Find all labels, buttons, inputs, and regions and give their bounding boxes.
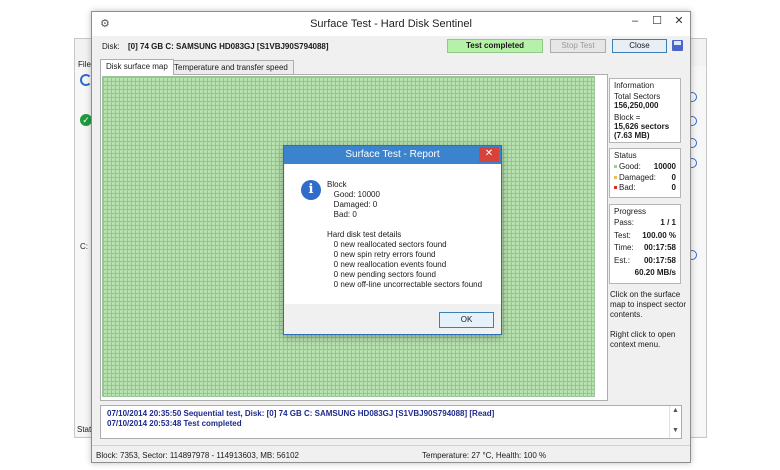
good-color-swatch	[614, 165, 617, 169]
total-sectors-value: 156,250,000	[614, 101, 659, 110]
est-label: Est.:	[614, 255, 631, 265]
status-bad-row: Bad: 0	[614, 183, 676, 194]
status-box: Status Good: 10000 Damaged: 0 Bad: 0	[609, 148, 681, 198]
log-scrollbar[interactable]: ▲ ▼	[669, 406, 681, 438]
time-label: Time:	[614, 243, 634, 252]
log-line: 07/10/2014 20:53:48 Test completed	[107, 419, 242, 428]
pass-value: 1 / 1	[660, 218, 676, 227]
title-bar[interactable]: ⚙ Surface Test - Hard Disk Sentinel – ☐ …	[92, 12, 690, 36]
stop-test-button[interactable]: Stop Test	[550, 39, 606, 53]
disk-label: Disk:	[102, 42, 120, 51]
damaged-value: 0	[671, 172, 676, 182]
block-label: Block =	[614, 113, 641, 122]
information-heading: Information	[614, 81, 655, 90]
progress-pass-row: Pass: 1 / 1	[614, 218, 676, 229]
maximize-button[interactable]: ☐	[646, 14, 668, 30]
close-window-button[interactable]: ✕	[668, 14, 690, 30]
close-button[interactable]: Close	[612, 39, 667, 53]
minimize-button[interactable]: –	[624, 14, 646, 30]
disk-value: [0] 74 GB C: SAMSUNG HD083GJ [S1VBJ90S79…	[128, 42, 329, 51]
status-heading: Status	[614, 151, 637, 160]
progress-test-row: Test: 100.00 %	[614, 231, 676, 242]
test-label: Test:	[614, 230, 631, 240]
left-click-hint: Click on the surface map to inspect sect…	[610, 290, 687, 319]
status-damaged-row: Damaged: 0	[614, 173, 676, 184]
progress-time-row: Time: 00:17:58	[614, 243, 676, 254]
damaged-color-swatch	[614, 175, 617, 179]
information-box: Information Total Sectors 156,250,000 Bl…	[609, 78, 681, 143]
good-value: 10000	[653, 162, 676, 171]
progress-speed-row: 60.20 MB/s	[614, 268, 676, 279]
dialog-close-button[interactable]: ✕	[479, 147, 499, 162]
tab-temperature-transfer-speed[interactable]: Temperature and transfer speed	[168, 60, 294, 75]
tab-disk-surface-map[interactable]: Disk surface map	[100, 59, 174, 75]
good-label: Good:	[619, 162, 641, 171]
bad-value: 0	[671, 183, 676, 192]
right-click-hint: Right click to open context menu.	[610, 330, 676, 349]
info-icon: i	[301, 180, 321, 200]
total-sectors-label: Total Sectors	[614, 92, 661, 101]
background-drive-label: C:	[80, 242, 88, 251]
disk-toolbar: Disk: [0] 74 GB C: SAMSUNG HD083GJ [S1VB…	[92, 36, 690, 56]
window-title: Surface Test - Hard Disk Sentinel	[310, 18, 472, 30]
test-status-badge: Test completed	[447, 39, 543, 53]
dialog-message: Block Good: 10000 Damaged: 0 Bad: 0 Hard…	[327, 180, 483, 289]
progress-heading: Progress	[614, 207, 647, 216]
background-status-label: Stat	[77, 425, 92, 434]
background-menu-file[interactable]: File	[78, 60, 91, 69]
dialog-body: i Block Good: 10000 Damaged: 0 Bad: 0 Ha…	[285, 164, 501, 304]
est-value: 00:17:58	[643, 255, 676, 265]
bad-color-swatch	[614, 186, 617, 190]
log-line: 07/10/2014 20:35:50 Sequential test, Dis…	[107, 409, 495, 418]
bad-label: Bad:	[619, 183, 636, 192]
status-good-row: Good: 10000	[614, 162, 676, 173]
dialog-title[interactable]: Surface Test - Report	[284, 146, 501, 164]
damaged-label: Damaged:	[619, 172, 656, 182]
speed-value: 60.20 MB/s	[634, 268, 676, 277]
progress-box: Progress Pass: 1 / 1 Test: 100.00 % Time: 0…	[609, 204, 681, 284]
test-value: 100.00 %	[642, 230, 676, 240]
event-log[interactable]: 07/10/2014 20:35:50 Sequential test, Dis…	[100, 405, 682, 439]
status-bar-health-info: Temperature: 27 °C, Health: 100 %	[422, 451, 547, 460]
pass-label: Pass:	[614, 218, 635, 227]
status-bar: Block: 7353, Sector: 114897978 - 1149136…	[92, 445, 690, 463]
block-sectors: 15,626 sectors	[614, 122, 670, 131]
ok-button[interactable]: OK	[439, 312, 494, 328]
status-bar-block-info: Block: 7353, Sector: 114897978 - 1149136…	[96, 451, 299, 460]
time-value: 00:17:58	[643, 243, 676, 252]
progress-est-row: Est.: 00:17:58	[614, 256, 676, 267]
report-dialog: Surface Test - Report ✕ i Block Good: 10…	[283, 145, 502, 335]
block-size: (7.63 MB)	[614, 131, 650, 140]
save-icon[interactable]	[672, 40, 683, 51]
